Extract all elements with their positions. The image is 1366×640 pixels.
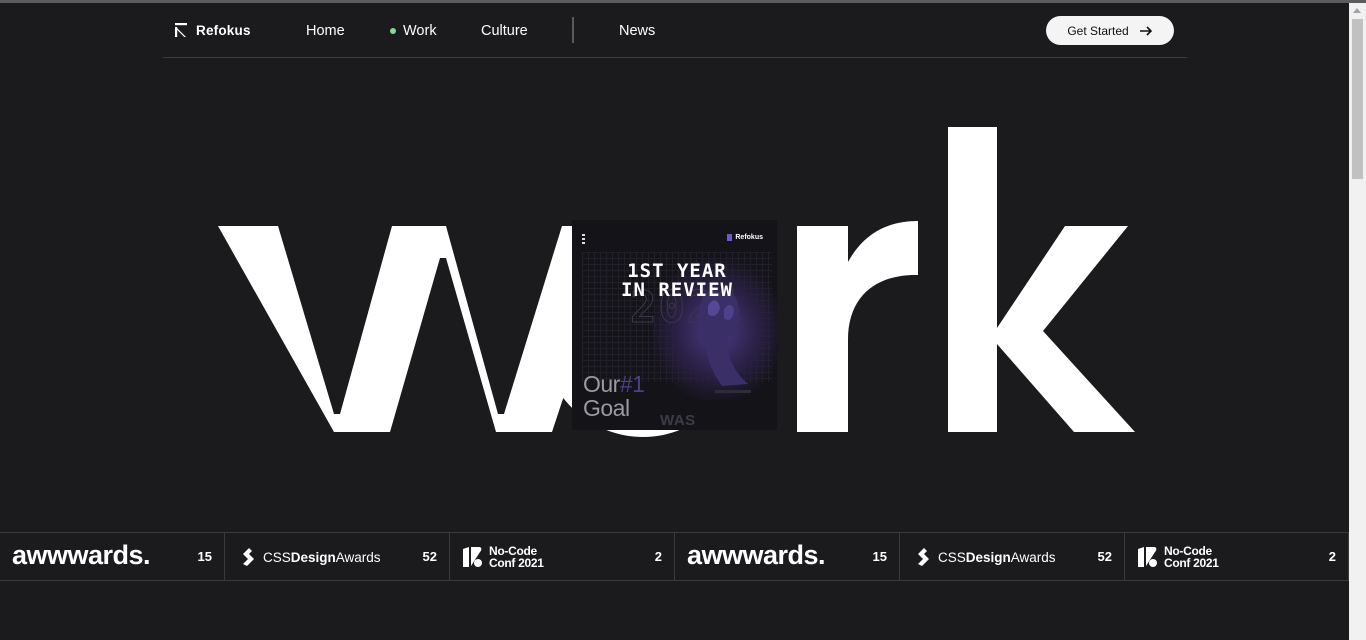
cssda-prefix: CSS — [263, 549, 291, 565]
nocode-conf-logo: No-Code Conf 2021 — [1137, 545, 1219, 569]
nocode-line-2: Conf 2021 — [489, 556, 544, 570]
card-title: 1ST YEAR IN REVIEW — [612, 262, 742, 300]
nocode-conf-icon — [463, 547, 482, 567]
cssda-bold: Design — [965, 549, 1011, 565]
nocode-conf-logo: No-Code Conf 2021 — [462, 545, 544, 569]
award-count: 2 — [654, 549, 662, 564]
awwwards-logo: awwwards. — [12, 540, 151, 570]
cssda-suffix: Awards — [1010, 549, 1056, 565]
cssda-diamond-icon — [918, 548, 929, 566]
award-cssdesignawards[interactable]: CSSDesignAwards 52 — [225, 533, 450, 580]
award-awwwards[interactable]: awwwards. 15 — [675, 533, 900, 580]
year-in-review-card[interactable]: Refokus 2021 1ST YEAR IN REVIEW Our#1 Go… — [572, 220, 777, 430]
goal-hash: #1 — [619, 371, 645, 397]
cssdesignawards-logo: CSSDesignAwards — [239, 547, 381, 567]
award-count: 52 — [1097, 549, 1112, 564]
award-count: 52 — [422, 549, 437, 564]
card-brand: Refokus — [727, 234, 763, 241]
cssdesignawards-logo: CSSDesignAwards — [914, 547, 1056, 567]
award-count: 2 — [1328, 549, 1336, 564]
cssda-suffix: Awards — [335, 549, 381, 565]
cssda-prefix: CSS — [938, 549, 966, 565]
scroll-up-arrow-icon[interactable] — [1353, 8, 1361, 13]
awards-strip: awwwards. 15 CSSDesignAwards 52 No-Code C… — [0, 532, 1349, 581]
card-footer-text: WAS — [660, 412, 696, 429]
card-brand-name: Refokus — [735, 234, 763, 241]
award-awwwards[interactable]: awwwards. 15 — [0, 533, 225, 580]
nocode-conf-icon — [1138, 547, 1157, 567]
cssda-diamond-icon — [243, 548, 254, 566]
goal-word: Goal — [583, 395, 630, 421]
card-logo-icon — [727, 234, 733, 241]
card-title-line-2: IN REVIEW — [621, 279, 733, 301]
awwwards-logo: awwwards. — [687, 540, 826, 570]
scrollbar-thumb[interactable] — [1352, 19, 1363, 179]
award-count: 15 — [197, 549, 212, 564]
cssda-bold: Design — [290, 549, 336, 565]
award-count: 15 — [872, 549, 887, 564]
card-goal-text: Our#1 Goal — [583, 371, 645, 421]
award-nocode-conf[interactable]: No-Code Conf 2021 2 — [1125, 533, 1349, 580]
nocode-line-2: Conf 2021 — [1164, 556, 1219, 570]
award-nocode-conf[interactable]: No-Code Conf 2021 2 — [450, 533, 675, 580]
goal-prefix: Our — [583, 371, 620, 397]
card-divider — [715, 390, 751, 393]
award-cssdesignawards[interactable]: CSSDesignAwards 52 — [900, 533, 1125, 580]
menu-icon — [582, 234, 585, 244]
page-scrollbar[interactable] — [1349, 3, 1366, 640]
